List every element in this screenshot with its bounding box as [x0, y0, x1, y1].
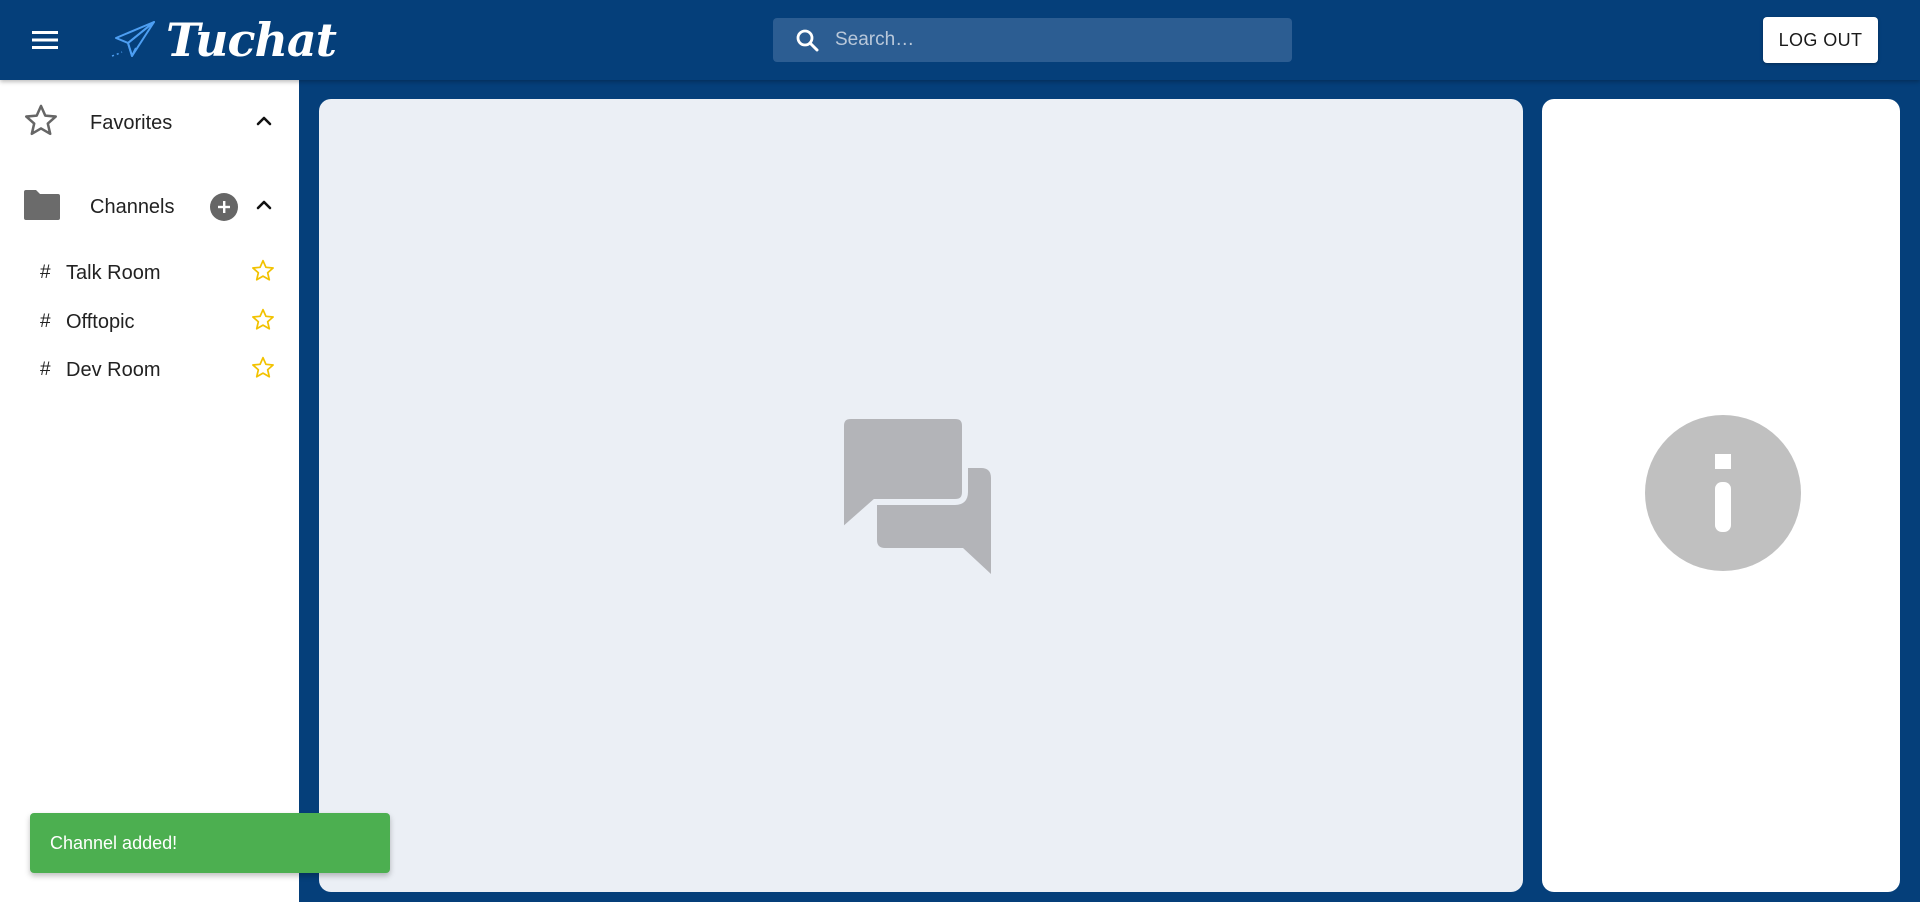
- star-outline-icon: [22, 102, 60, 145]
- search-icon: [796, 29, 819, 52]
- menu-icon: [32, 31, 58, 49]
- channels-label: Channels: [90, 195, 175, 218]
- favorite-star-icon[interactable]: [250, 355, 276, 386]
- channel-item-dev-room[interactable]: # Dev Room: [0, 346, 299, 394]
- favorites-section-header[interactable]: Favorites: [0, 93, 299, 153]
- add-channel-button[interactable]: [210, 193, 238, 221]
- channel-name: Offtopic: [66, 310, 135, 333]
- paper-plane-icon: [111, 21, 155, 57]
- app-bar: Tuchat LOG OUT: [0, 0, 1920, 80]
- channel-name: Dev Room: [66, 358, 161, 381]
- channel-item-offtopic[interactable]: # Offtopic: [0, 298, 299, 346]
- search-input[interactable]: [835, 29, 1265, 51]
- channel-hash: #: [40, 311, 51, 332]
- channel-name: Talk Room: [66, 261, 161, 284]
- chat-bubbles-icon: [838, 413, 1001, 581]
- channel-hash: #: [40, 262, 51, 283]
- favorite-star-icon[interactable]: [250, 258, 276, 289]
- app-logo: Tuchat: [110, 10, 337, 70]
- logout-button[interactable]: LOG OUT: [1763, 17, 1878, 63]
- chevron-up-icon[interactable]: [252, 109, 276, 138]
- channel-hash: #: [40, 359, 51, 380]
- channel-item-talk-room[interactable]: # Talk Room: [0, 249, 299, 297]
- info-icon: [1644, 414, 1802, 577]
- info-panel: [1542, 99, 1900, 892]
- chevron-up-icon[interactable]: [252, 193, 276, 222]
- search-box[interactable]: [773, 18, 1292, 62]
- conversation-panel: [319, 99, 1523, 892]
- plus-icon: [218, 201, 230, 213]
- menu-button[interactable]: [22, 22, 68, 58]
- snackbar-notification: Channel added!: [30, 813, 390, 873]
- app-name: Tuchat: [166, 13, 337, 67]
- favorite-star-icon[interactable]: [250, 307, 276, 338]
- sidebar: Favorites Channels # Talk Room # Offtopi…: [0, 80, 299, 902]
- favorites-label: Favorites: [90, 111, 173, 134]
- folder-icon: [22, 188, 62, 227]
- snackbar-message: Channel added!: [50, 832, 178, 853]
- channels-section-header[interactable]: Channels: [0, 177, 299, 237]
